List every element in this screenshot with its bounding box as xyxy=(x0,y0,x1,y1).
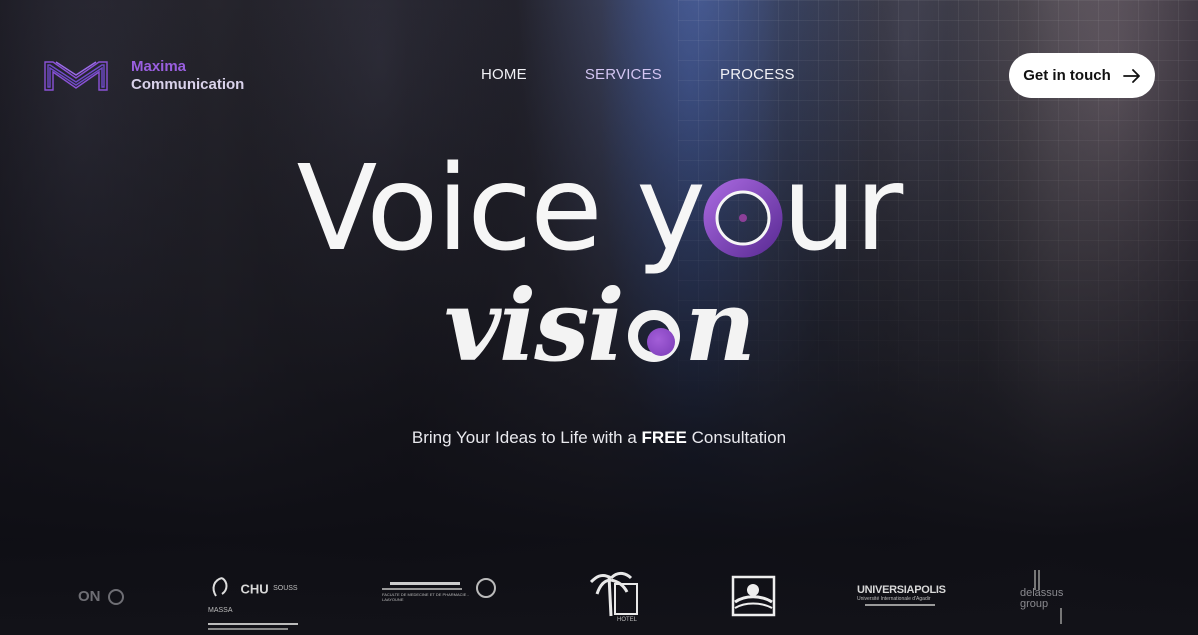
client-logo-1-text: ON xyxy=(78,588,101,605)
nav-services-link[interactable]: SERVICES xyxy=(585,66,662,83)
hero-vision-o xyxy=(623,272,685,382)
palm-tree-icon xyxy=(589,571,638,617)
chu-emblem-icon xyxy=(212,577,228,597)
main-nav: HOME SERVICES PROCESS xyxy=(481,66,853,83)
brand-name-line2: Communication xyxy=(131,76,245,93)
hero-vision-text-a: visi xyxy=(444,269,625,384)
universiapolis-title: UNIVERSIAPOLIS xyxy=(857,584,946,596)
get-in-touch-button[interactable]: Get in touch xyxy=(1009,53,1155,98)
hotel-text: HOTEL xyxy=(617,617,638,623)
client-logo-faculte: FACULTE DE MEDECINE ET DE PHARMACIE - LA… xyxy=(382,578,496,602)
nav-home-link[interactable]: HOME xyxy=(481,66,527,83)
hero-vision-text-b: n xyxy=(684,269,756,384)
chu-title: CHU xyxy=(240,581,269,597)
square-emblem-icon xyxy=(731,575,776,617)
faculte-text: FACULTE DE MEDECINE ET DE PHARMACIE - LA… xyxy=(382,592,469,602)
client-logo-1: ON xyxy=(78,588,124,606)
client-logos-strip: ON CHU SOUSS MASSA FACULTE DE MEDECINE E… xyxy=(0,568,1198,630)
delassus-text: delassus group xyxy=(1020,587,1064,610)
client-logo-emblem xyxy=(731,575,776,622)
hero-heading-text-b: ur xyxy=(782,139,903,277)
brand-logo[interactable]: Maxima Communication xyxy=(43,58,244,94)
arrow-right-icon xyxy=(1122,68,1140,83)
hero-heading-line1: Voice y ur xyxy=(0,143,1198,273)
brand-name-line1: Maxima xyxy=(131,58,187,75)
hero-heading-text-a: Voice y xyxy=(296,139,706,277)
universiapolis-subtitle: Université Internationale d'Agadir xyxy=(857,596,931,602)
get-in-touch-label: Get in touch xyxy=(1023,67,1111,84)
hero-heading-line2: visi n xyxy=(0,272,1198,382)
maxima-m-logo-icon xyxy=(44,61,108,91)
client-logo-chu: CHU SOUSS MASSA xyxy=(208,576,308,630)
purple-ring-o-icon xyxy=(703,178,783,258)
nav-process-link[interactable]: PROCESS xyxy=(720,66,795,83)
client-logo-universiapolis: UNIVERSIAPOLIS Université Internationale… xyxy=(857,584,946,606)
client-logo-hotel: HOTEL xyxy=(589,568,641,623)
hero-subtitle: Bring Your Ideas to Life with a FREE Con… xyxy=(0,428,1198,448)
subtitle-text-end: Consultation xyxy=(686,428,787,447)
purple-dot-icon xyxy=(647,328,675,356)
brand-name: Maxima Communication xyxy=(131,58,244,94)
subtitle-text: Bring Your Ideas to Life with a xyxy=(411,428,642,447)
subtitle-free: FREE xyxy=(641,428,687,447)
